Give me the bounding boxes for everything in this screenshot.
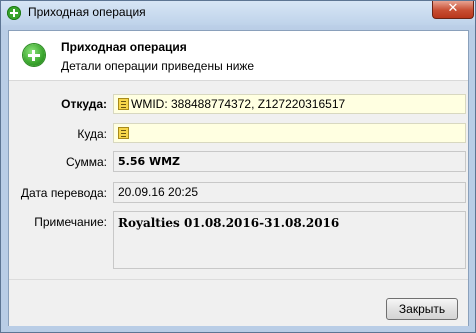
dialog-window: Приходная операция ✕ Приходная операция … [0, 0, 476, 333]
header-title: Приходная операция [61, 40, 187, 54]
note-field[interactable]: Royalties 01.08.2016-31.08.2016 [113, 211, 466, 269]
note-label: Примечание: [34, 215, 107, 229]
dialog-footer: Закрыть [9, 279, 468, 326]
window-close-button[interactable]: ✕ [432, 1, 474, 19]
plus-circle-icon [7, 6, 21, 20]
from-value: WMID: 388488774372, Z127220316517 [131, 97, 346, 111]
window-title: Приходная операция [28, 5, 146, 19]
to-label: Куда: [77, 127, 107, 141]
date-field: 20.09.16 20:25 [113, 182, 466, 203]
date-value: 20.09.16 20:25 [118, 185, 199, 199]
plus-circle-icon [23, 44, 45, 66]
wm-passport-icon [118, 98, 129, 110]
note-value: Royalties 01.08.2016-31.08.2016 [118, 216, 340, 230]
from-label: Откуда: [61, 97, 107, 111]
dialog-content: Приходная операция Детали операции приве… [8, 30, 469, 326]
header-subtitle: Детали операции приведены ниже [61, 59, 255, 73]
amount-label: Сумма: [65, 155, 107, 169]
amount-field: 5.56 WMZ [113, 151, 466, 172]
dialog-header: Приходная операция Детали операции приве… [9, 31, 468, 81]
amount-value: 5.56 WMZ [118, 155, 181, 168]
close-button[interactable]: Закрыть [386, 298, 458, 320]
title-bar[interactable]: Приходная операция ✕ [1, 1, 475, 25]
from-field[interactable]: WMID: 388488774372, Z127220316517 [113, 94, 466, 114]
to-field[interactable] [113, 123, 466, 143]
date-label: Дата перевода: [20, 186, 107, 200]
wm-passport-icon [118, 127, 129, 139]
